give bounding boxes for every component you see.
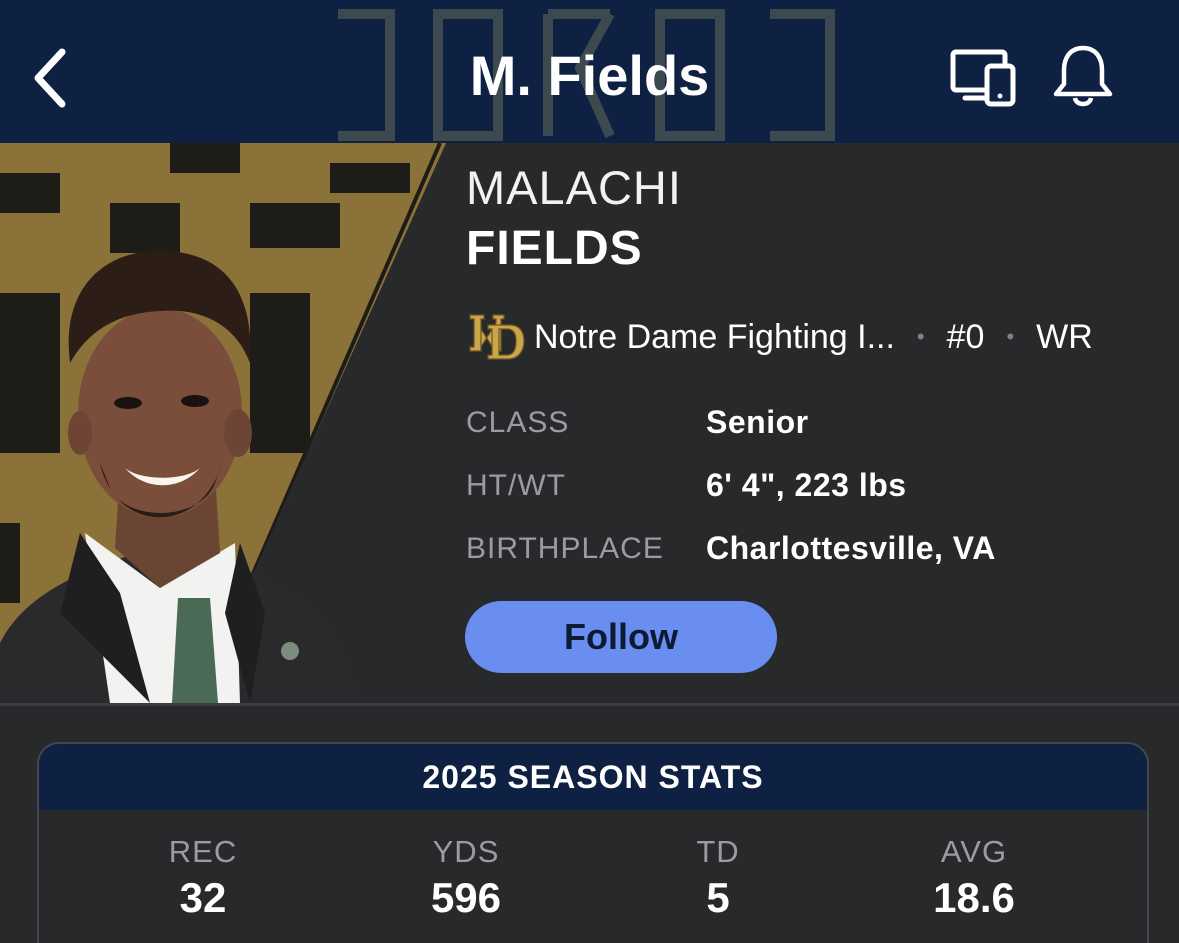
cast-devices-button[interactable]	[945, 44, 1019, 110]
jersey-number: #0	[946, 317, 985, 356]
top-nav-bar: M. Fields	[0, 0, 1179, 143]
player-hero: MALACHI FIELDS Notre Dame Fighting I... …	[0, 143, 1179, 703]
follow-button[interactable]: Follow	[465, 601, 777, 673]
stat-avg: AVG 18.6	[874, 834, 1074, 922]
devices-icon	[950, 49, 1016, 107]
stat-value: 32	[179, 874, 227, 921]
team-name-link[interactable]: Notre Dame Fighting I...	[534, 318, 895, 357]
season-stats-title: 2025 SEASON STATS	[39, 744, 1147, 810]
player-last-name: FIELDS	[466, 222, 643, 275]
team-logo-icon	[469, 314, 525, 360]
header-background-pattern	[338, 9, 835, 141]
info-value: 6' 4", 223 lbs	[706, 467, 907, 503]
info-row-class: CLASS Senior	[466, 391, 996, 454]
stat-td: TD 5	[618, 834, 818, 922]
stat-rec: REC 32	[103, 834, 303, 922]
info-row-birthplace: BIRTHPLACE Charlottesville, VA	[466, 517, 996, 580]
section-divider	[0, 703, 1179, 706]
info-label: BIRTHPLACE	[466, 531, 664, 565]
bell-icon	[1053, 45, 1113, 107]
info-value: Charlottesville, VA	[706, 530, 996, 566]
player-info-table: CLASS Senior HT/WT 6' 4", 223 lbs BIRTHP…	[466, 391, 996, 580]
season-stats-row: REC 32 YDS 596 TD 5 AVG 18.6	[39, 810, 1147, 943]
stat-yds: YDS 596	[366, 834, 566, 922]
team-info-row: Notre Dame Fighting I... • #0 • WR	[466, 309, 1166, 365]
stat-label: AVG	[940, 834, 1008, 869]
player-profile-screen: M. Fields MALACHI FIELDS Notre Dame Figh…	[0, 0, 1179, 943]
info-label: CLASS	[466, 405, 570, 439]
stat-label: YDS	[432, 834, 500, 869]
stat-label: TD	[696, 834, 740, 869]
stat-value: 5	[706, 874, 730, 921]
stat-value: 18.6	[933, 874, 1015, 921]
notifications-button[interactable]	[1050, 42, 1116, 112]
player-position: WR	[1036, 317, 1093, 356]
chevron-left-icon	[34, 48, 66, 108]
info-label: HT/WT	[466, 468, 566, 502]
stat-value: 596	[430, 874, 502, 921]
info-row-height-weight: HT/WT 6' 4", 223 lbs	[466, 454, 996, 517]
stat-label: REC	[168, 834, 238, 869]
separator-dot: •	[1006, 324, 1015, 349]
separator-dot: •	[916, 324, 925, 349]
info-value: Senior	[706, 404, 809, 440]
player-first-name: MALACHI	[466, 161, 682, 214]
player-photo	[0, 143, 446, 703]
back-button[interactable]	[20, 40, 80, 116]
season-stats-card[interactable]: 2025 SEASON STATS REC 32 YDS 596 TD 5 AV…	[37, 742, 1149, 943]
